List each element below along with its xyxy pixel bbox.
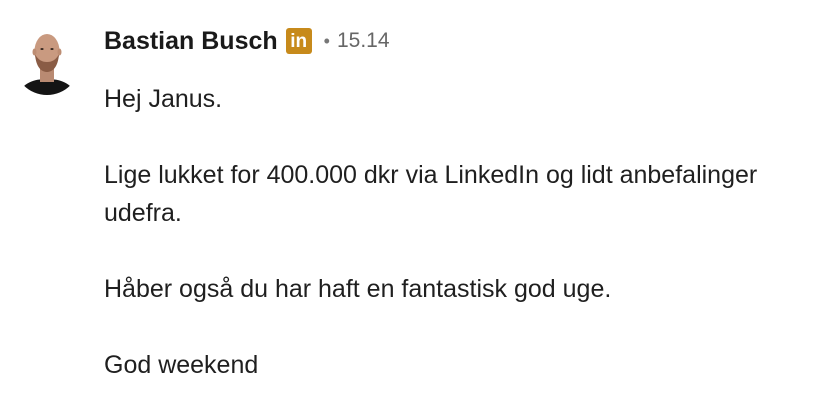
linkedin-premium-icon: in bbox=[285, 28, 312, 54]
avatar-photo bbox=[14, 29, 80, 95]
message-item: Bastian Busch in • 15.14 Hej Janus. Lige… bbox=[0, 0, 822, 406]
message-paragraph: God weekend bbox=[104, 351, 259, 379]
message-paragraph: Hej Janus. bbox=[104, 85, 223, 113]
sender-name[interactable]: Bastian Busch bbox=[104, 27, 278, 56]
separator-dot: • bbox=[323, 30, 330, 51]
message-timestamp: 15.14 bbox=[336, 29, 390, 52]
message-paragraph: Håber også du har haft en fantastisk god… bbox=[104, 275, 612, 303]
message-body: Hej Janus. Lige lukket for 400.000 dkr v… bbox=[104, 80, 804, 384]
message-paragraph: Lige lukket for 400.000 dkr via LinkedIn… bbox=[104, 161, 758, 227]
badge-text: in bbox=[290, 31, 308, 52]
avatar[interactable] bbox=[14, 24, 80, 100]
message-header: Bastian Busch in • 15.14 bbox=[104, 24, 390, 58]
